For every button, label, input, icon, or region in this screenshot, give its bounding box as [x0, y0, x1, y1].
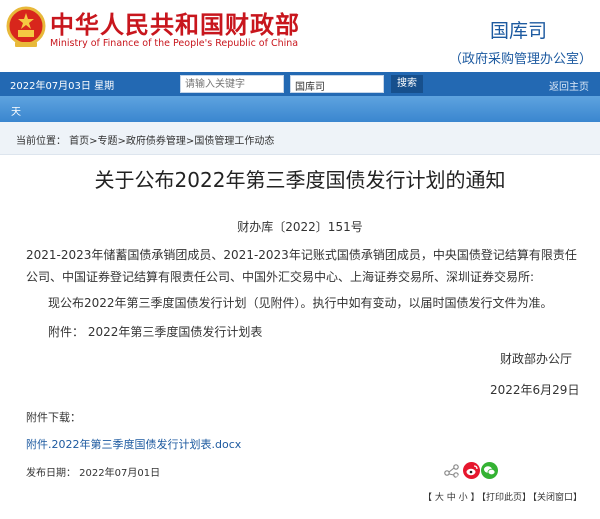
attachment-note: 附件： 2022年第三季度国债发行计划表 [48, 325, 263, 339]
publish-date: 发布日期： 2022年07月01日 [26, 468, 161, 479]
search-button[interactable]: 搜索 [391, 75, 423, 93]
back-home-link[interactable]: 返回主页 [549, 78, 589, 93]
attachments-title: 附件下载： [26, 411, 81, 424]
search-scope-select[interactable]: 国库司 [290, 75, 384, 93]
recipients-paragraph: 2021-2023年储蓄国债承销团成员、2021-2023年记账式国债承销团成员… [26, 248, 577, 284]
document-number: 财办库〔2022〕151号 [237, 220, 363, 234]
wechat-share-icon[interactable] [481, 462, 498, 479]
national-emblem-icon [6, 6, 46, 47]
share-icon[interactable] [443, 462, 460, 479]
attachment-download-link[interactable]: 附件.2022年第三季度国债发行计划表.docx [26, 436, 241, 452]
current-date: 2022年07月03日 星期 [10, 81, 115, 92]
department-subtitle: （政府采购管理办公室） [449, 52, 593, 67]
signer: 财政部办公厅 [500, 352, 573, 366]
search-bar: 2022年07月03日 星期 国库司 搜索 返回主页 [0, 72, 600, 96]
article-title: 关于公布2022年第三季度国债发行计划的通知 [94, 168, 506, 192]
ministry-name-cn: 中华人民共和国财政部 [50, 11, 300, 39]
keyword-input[interactable] [180, 75, 284, 93]
ministry-name-en: Ministry of Finance of the People's Repu… [50, 38, 299, 49]
font-size-toggle[interactable]: 【 大 中 小 】 [423, 490, 479, 503]
department-name: 国库司 [490, 20, 548, 42]
close-window-button[interactable]: 【关闭窗口】 [528, 490, 582, 503]
sign-date: 2022年6月29日 [490, 383, 580, 397]
breadcrumb-bar: 当前位置： 首页>专题>政府债券管理>国债管理工作动态 [0, 122, 600, 155]
print-page-button[interactable]: 【打印此页】 [477, 490, 531, 503]
breadcrumb[interactable]: 当前位置： 首页>专题>政府债券管理>国债管理工作动态 [16, 132, 274, 147]
main-nav: 天 [0, 96, 600, 122]
site-header: 中华人民共和国财政部 Ministry of Finance of the Pe… [0, 0, 600, 72]
body-paragraph: 现公布2022年第三季度国债发行计划（见附件）。执行中如有变动，以届时国债发行文… [48, 296, 553, 310]
weibo-share-icon[interactable] [463, 462, 480, 479]
nav-item[interactable]: 天 [11, 103, 21, 118]
